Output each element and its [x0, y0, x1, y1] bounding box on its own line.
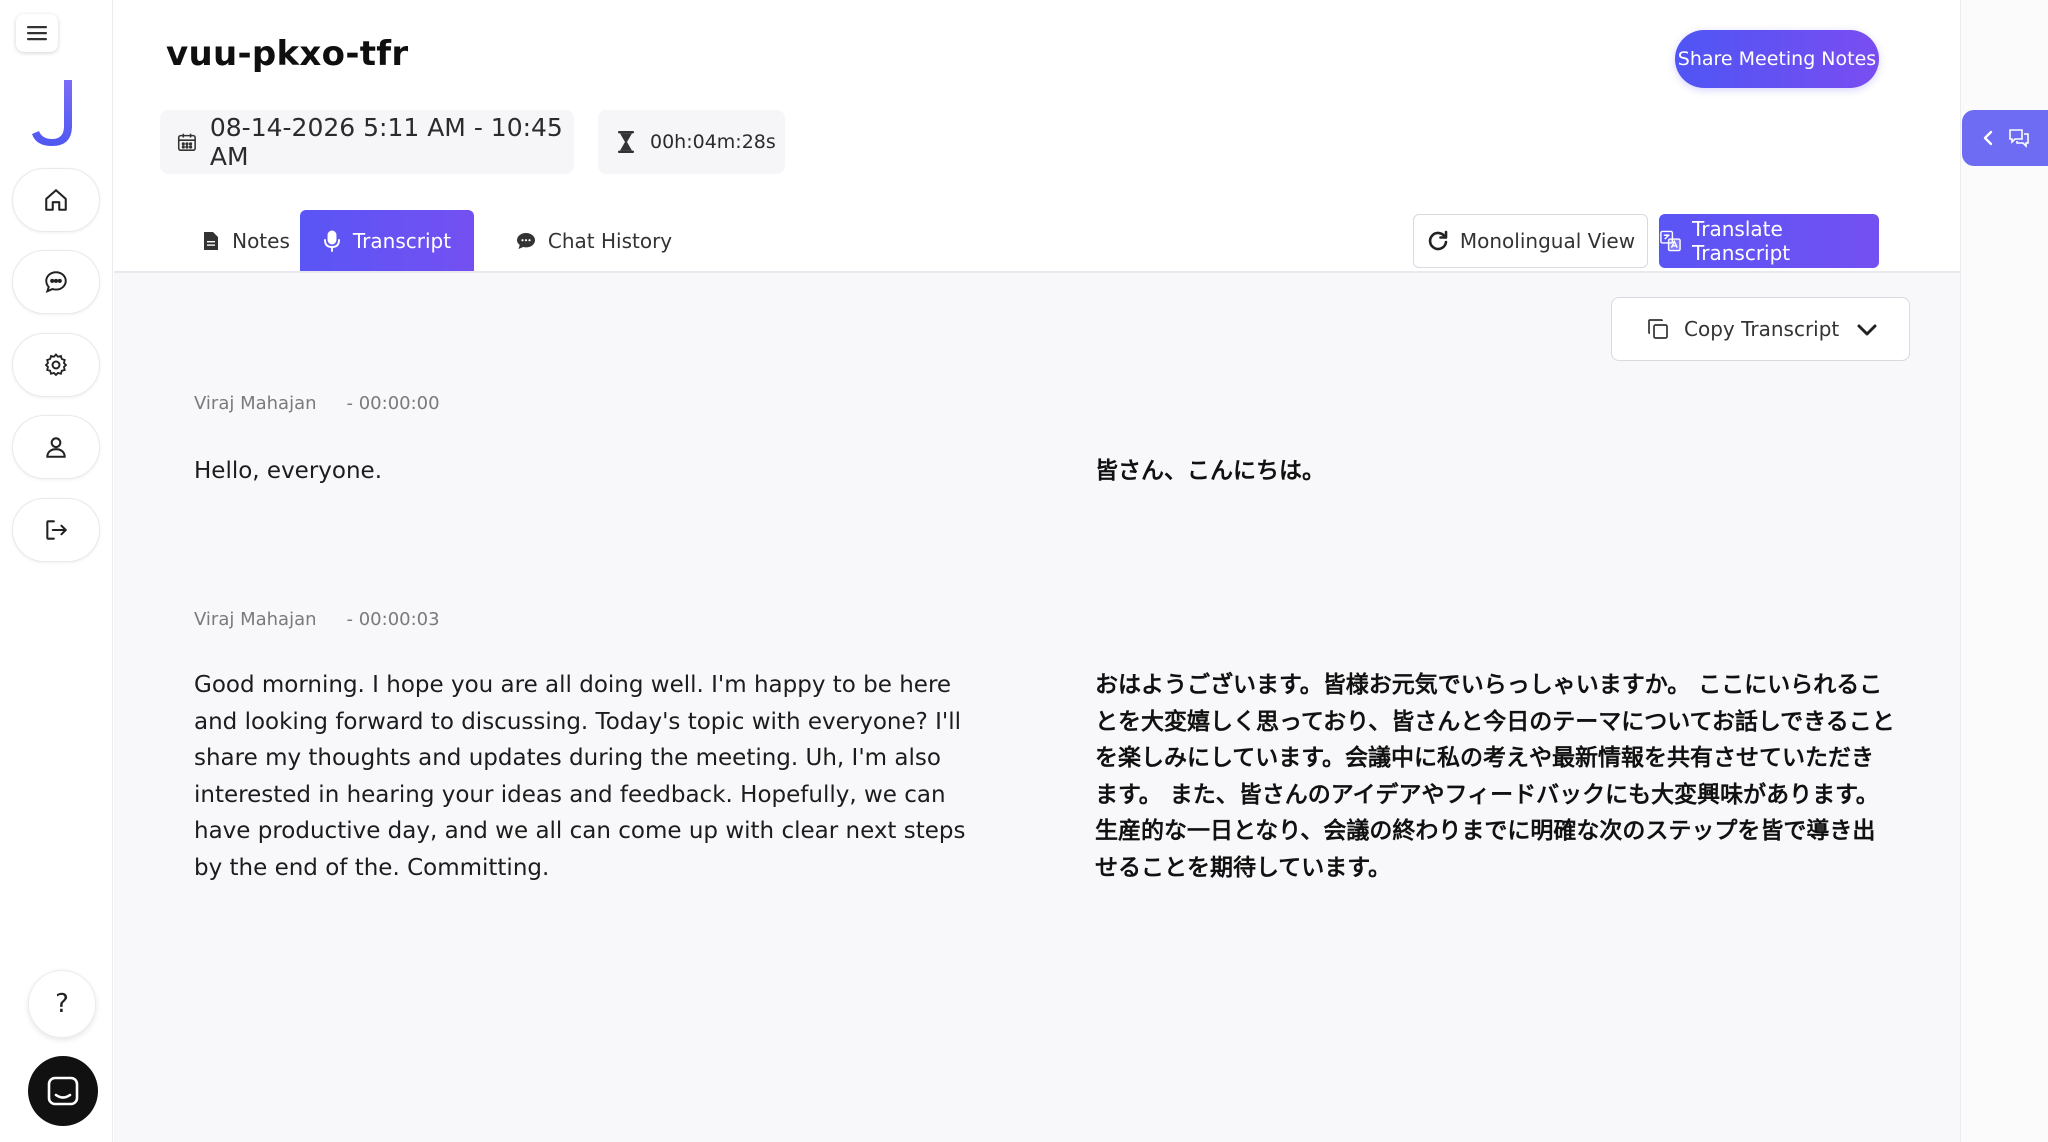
- meeting-datetime: 08-14-2026 5:11 AM - 10:45 AM: [160, 110, 574, 174]
- meeting-title: vuu-pkxo-tfr: [166, 34, 409, 74]
- sidebar: ?: [0, 0, 113, 1142]
- app-logo: [32, 80, 72, 146]
- transcript-translation: 皆さん、こんにちは。: [1095, 458, 1325, 484]
- chat-bubble-icon: [516, 233, 535, 249]
- hamburger-menu-button[interactable]: [16, 14, 58, 52]
- main-content: vuu-pkxo-tfr Share Meeting Notes 08-14-2…: [114, 0, 1962, 1142]
- tab-notes-label: Notes: [232, 229, 290, 253]
- share-meeting-notes-button[interactable]: Share Meeting Notes: [1675, 30, 1879, 88]
- expand-chat-panel-button[interactable]: [1962, 110, 2048, 166]
- nav-logout-button[interactable]: [12, 498, 100, 562]
- transcript-text: Good morning. I hope you are all doing w…: [194, 672, 966, 881]
- calendar-icon: [177, 133, 196, 151]
- user-icon: [46, 437, 66, 458]
- nav-profile-button[interactable]: [12, 415, 100, 479]
- nav-chat-button[interactable]: [12, 250, 100, 314]
- monolingual-view-button[interactable]: Monolingual View: [1413, 214, 1648, 268]
- monolingual-view-label: Monolingual View: [1459, 229, 1636, 253]
- chevron-down-icon: [1857, 324, 1877, 336]
- home-icon: [45, 189, 67, 211]
- speaker-name: Viraj Mahajan: [194, 609, 317, 630]
- refresh-icon: [1428, 230, 1448, 251]
- copy-transcript-label: Copy Transcript: [1684, 317, 1840, 341]
- document-icon: [204, 232, 219, 250]
- transcript-panel: Copy Transcript Viraj Mahajan - 00:00:00 …: [114, 273, 1960, 1142]
- microphone-icon: [323, 230, 340, 252]
- tab-chat-history-label: Chat History: [547, 229, 673, 253]
- help-button[interactable]: ?: [28, 970, 96, 1038]
- chat-icon: [45, 271, 67, 293]
- support-chat-launcher[interactable]: [28, 1056, 98, 1126]
- entry-timestamp: - 00:00:00: [346, 393, 440, 414]
- chevron-left-icon: [1983, 130, 1993, 146]
- copy-transcript-dropdown[interactable]: Copy Transcript: [1611, 297, 1910, 361]
- right-side-panel: [1960, 0, 2048, 1142]
- translate-icon: [1660, 230, 1681, 252]
- hourglass-icon: [618, 131, 634, 153]
- transcript-entry-meta: Viraj Mahajan - 00:00:03: [194, 609, 440, 630]
- tab-transcript[interactable]: Transcript: [300, 210, 474, 272]
- nav-home-button[interactable]: [12, 168, 100, 232]
- translate-transcript-label: Translate Transcript: [1691, 217, 1791, 265]
- nav-settings-button[interactable]: [12, 333, 100, 397]
- meeting-datetime-text: 08-14-2026 5:11 AM - 10:45 AM: [209, 113, 563, 171]
- translate-transcript-button[interactable]: Translate Transcript: [1659, 214, 1879, 268]
- tab-chat-history[interactable]: Chat History: [494, 210, 694, 272]
- copy-icon: [1648, 319, 1668, 339]
- meeting-duration: 00h:04m:28s: [598, 110, 785, 174]
- messages-icon: [2009, 129, 2029, 148]
- speaker-name: Viraj Mahajan: [194, 393, 317, 414]
- tab-transcript-label: Transcript: [352, 229, 452, 253]
- support-chat-icon: [47, 1076, 79, 1106]
- gear-icon: [44, 353, 68, 377]
- hamburger-icon: [27, 26, 47, 41]
- transcript-translation: おはようございます。皆様お元気でいらっしゃいますか。 ここにいられることを大変嬉…: [1095, 672, 1895, 881]
- logout-icon: [46, 520, 67, 540]
- transcript-text: Hello, everyone.: [194, 458, 383, 484]
- meeting-duration-text: 00h:04m:28s: [650, 131, 776, 153]
- help-label: ?: [55, 989, 69, 1019]
- entry-timestamp: - 00:00:03: [346, 609, 440, 630]
- transcript-entry-meta: Viraj Mahajan - 00:00:00: [194, 393, 440, 414]
